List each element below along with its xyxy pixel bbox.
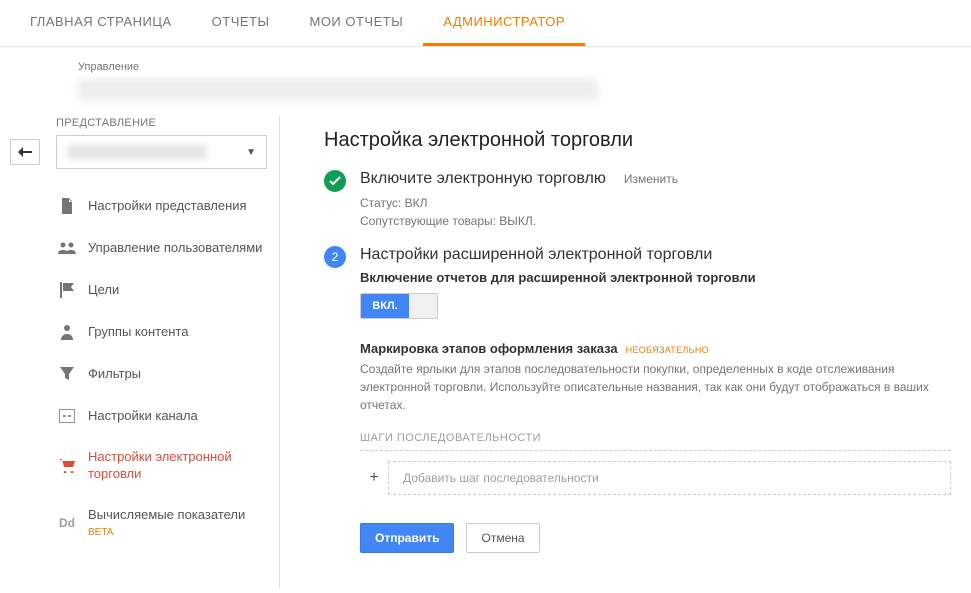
nav-my-reports[interactable]: МОИ ОТЧЕТЫ — [289, 0, 423, 46]
main-content: Настройка электронной торговли Включите … — [280, 115, 971, 589]
breadcrumb-section: Управление — [0, 47, 971, 105]
optional-badge: НЕОБЯЗАТЕЛЬНО — [626, 345, 709, 355]
top-nav: ГЛАВНАЯ СТРАНИЦА ОТЧЕТЫ МОИ ОТЧЕТЫ АДМИН… — [0, 0, 971, 47]
labeling-title: Маркировка этапов оформления заказа — [360, 341, 618, 356]
cancel-button[interactable]: Отмена — [466, 523, 539, 553]
view-select-value-blurred — [67, 145, 207, 159]
breadcrumb-label: Управление — [78, 61, 971, 73]
sidebar-item-view-settings[interactable]: Настройки представления — [44, 185, 279, 227]
view-select[interactable]: ▼ — [56, 135, 267, 169]
plus-icon: + — [360, 461, 388, 495]
sidebar-item-label: Настройки канала — [88, 408, 198, 425]
sidebar-section-label: ПРЕДСТАВЛЕНИЕ — [44, 117, 279, 135]
sidebar-item-label: Настройки представления — [88, 198, 247, 215]
status-line-2: Сопутствующие товары: ВЫКЛ. — [360, 212, 951, 230]
labeling-description: Создайте ярлыки для этапов последователь… — [360, 360, 951, 414]
step-2: 2 Настройки расширенной электронной торг… — [324, 246, 951, 553]
breadcrumb-blurred — [78, 79, 598, 101]
channel-icon — [58, 407, 76, 425]
caret-down-icon: ▼ — [246, 147, 256, 158]
back-button[interactable] — [10, 139, 40, 165]
beta-badge: BETA — [88, 526, 245, 539]
users-icon — [58, 239, 76, 257]
funnel-steps-label: ШАГИ ПОСЛЕДОВАТЕЛЬНОСТИ — [360, 432, 951, 451]
dd-icon: Dd — [58, 514, 76, 532]
sidebar-item-channel-settings[interactable]: Настройки канала — [44, 395, 279, 437]
toggle-off-side — [409, 294, 437, 318]
sidebar-item-filters[interactable]: Фильтры — [44, 353, 279, 395]
person-star-icon — [58, 323, 76, 341]
nav-home[interactable]: ГЛАВНАЯ СТРАНИЦА — [10, 0, 192, 46]
sidebar-item-content-groups[interactable]: Группы контента — [44, 311, 279, 353]
sidebar-item-ecommerce-settings[interactable]: Настройки электронной торговли — [44, 437, 279, 495]
add-step-placeholder: Добавить шаг последовательности — [388, 461, 951, 495]
add-funnel-step[interactable]: + Добавить шаг последовательности — [360, 461, 951, 495]
funnel-icon — [58, 365, 76, 383]
arrow-left-icon — [18, 147, 32, 157]
step-badge-done — [324, 170, 346, 192]
sidebar-item-calculated-metrics[interactable]: Dd Вычисляемые показатели BETA — [44, 495, 279, 551]
sidebar-item-user-management[interactable]: Управление пользователями — [44, 227, 279, 269]
flag-icon — [58, 281, 76, 299]
sidebar-item-label: Фильтры — [88, 366, 141, 383]
step-1: Включите электронную торговлю Изменить С… — [324, 170, 951, 230]
step-1-title: Включите электронную торговлю — [360, 170, 606, 188]
cart-icon — [58, 457, 76, 475]
sidebar-item-goals[interactable]: Цели — [44, 269, 279, 311]
sidebar-item-label: Цели — [88, 282, 119, 299]
sidebar-item-label: Управление пользователями — [88, 240, 262, 257]
check-icon — [329, 176, 341, 186]
nav-reports[interactable]: ОТЧЕТЫ — [192, 0, 290, 46]
document-icon — [58, 197, 76, 215]
edit-link[interactable]: Изменить — [624, 172, 678, 186]
page-title: Настройка электронной торговли — [324, 129, 951, 152]
nav-admin[interactable]: АДМИНИСТРАТОР — [423, 0, 585, 46]
submit-button[interactable]: Отправить — [360, 523, 454, 553]
enhanced-ecommerce-toggle[interactable]: ВКЛ. — [360, 293, 438, 319]
sidebar: ПРЕДСТАВЛЕНИЕ ▼ Настройки представления … — [44, 115, 280, 589]
toggle-on-label: ВКЛ. — [361, 294, 409, 318]
sidebar-item-label: Вычисляемые показатели BETA — [88, 507, 245, 539]
step-2-title: Настройки расширенной электронной торгов… — [360, 246, 933, 264]
status-line-1: Статус: ВКЛ — [360, 194, 951, 212]
sidebar-item-label: Группы контента — [88, 324, 188, 341]
sidebar-item-label: Настройки электронной торговли — [88, 449, 267, 483]
enhanced-reports-heading: Включение отчетов для расширенной электр… — [360, 270, 951, 285]
step-badge-2: 2 — [324, 246, 346, 268]
